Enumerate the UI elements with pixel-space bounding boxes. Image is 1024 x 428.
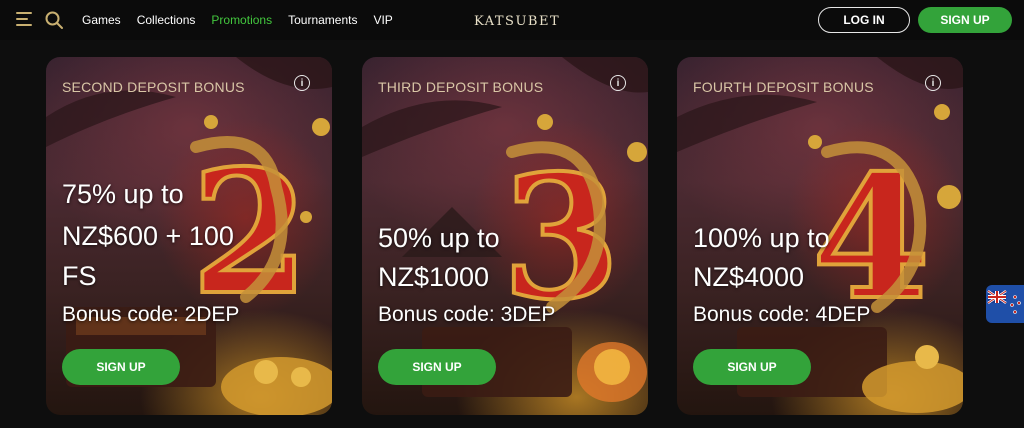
card-title: FOURTH DEPOSIT BONUS bbox=[693, 79, 874, 95]
card-signup-button[interactable]: SIGN UP bbox=[378, 349, 496, 385]
hamburger-menu-icon[interactable] bbox=[16, 12, 32, 26]
nav-promotions[interactable]: Promotions bbox=[211, 13, 272, 27]
main-nav: Games Collections Promotions Tournaments… bbox=[82, 0, 409, 40]
nav-collections[interactable]: Collections bbox=[137, 13, 196, 27]
offer-line-2: NZ$4000 bbox=[693, 262, 805, 292]
search-icon[interactable] bbox=[44, 10, 64, 30]
info-icon[interactable]: i bbox=[294, 75, 310, 91]
new-zealand-flag-icon[interactable] bbox=[986, 285, 1024, 323]
info-icon[interactable]: i bbox=[925, 75, 941, 91]
nav-games[interactable]: Games bbox=[82, 13, 121, 27]
offer-line-1: 75% up to bbox=[62, 179, 184, 209]
bonus-card-fourth-deposit: 4 FOURTH DEPOSIT BONUS i 100% up to NZ$4… bbox=[677, 57, 963, 415]
offer-line-2: NZ$1000 bbox=[378, 262, 490, 292]
top-header: Games Collections Promotions Tournaments… bbox=[0, 0, 1024, 40]
offer-line-3: FS bbox=[62, 261, 97, 291]
bonus-card-second-deposit: 2 SECOND DEPOSIT BONUS i 75% up to NZ$60… bbox=[46, 57, 332, 415]
card-title: SECOND DEPOSIT BONUS bbox=[62, 79, 245, 95]
card-signup-button[interactable]: SIGN UP bbox=[62, 349, 180, 385]
new-zealand-flag-graphic bbox=[987, 289, 1021, 314]
signup-button[interactable]: SIGN UP bbox=[918, 7, 1012, 33]
bonus-code: Bonus code: 2DEP bbox=[62, 303, 240, 326]
card-title: THIRD DEPOSIT BONUS bbox=[378, 79, 544, 95]
info-icon[interactable]: i bbox=[610, 75, 626, 91]
nav-tournaments[interactable]: Tournaments bbox=[288, 13, 357, 27]
bonus-code: Bonus code: 4DEP bbox=[693, 303, 871, 326]
offer-line-1: 100% up to bbox=[693, 223, 830, 253]
offer-line-2: NZ$600 + 100 bbox=[62, 221, 234, 251]
nav-vip[interactable]: VIP bbox=[373, 13, 392, 27]
login-button[interactable]: LOG IN bbox=[818, 7, 910, 33]
offer-line-1: 50% up to bbox=[378, 223, 500, 253]
card-signup-button[interactable]: SIGN UP bbox=[693, 349, 811, 385]
bonus-code: Bonus code: 3DEP bbox=[378, 303, 556, 326]
site-logo[interactable]: KATSUBET bbox=[474, 14, 560, 29]
bonus-card-third-deposit: 3 THIRD DEPOSIT BONUS i 50% up to NZ$100… bbox=[362, 57, 648, 415]
